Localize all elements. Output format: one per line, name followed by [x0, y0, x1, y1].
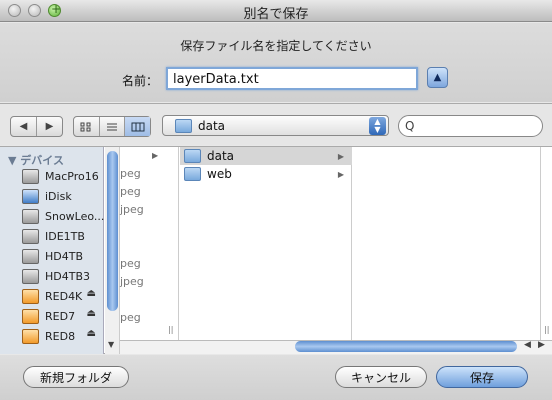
- triangle-up-icon: ▲: [433, 72, 442, 83]
- list-item[interactable]: peg: [120, 257, 141, 270]
- list-item[interactable]: peg: [120, 311, 141, 324]
- column-resize-handle[interactable]: ||: [168, 325, 173, 334]
- horizontal-scroll-thumb[interactable]: [295, 341, 517, 352]
- history-nav: ◀ ▶: [10, 116, 63, 137]
- sidebar-item-macpro16[interactable]: MacPro16: [22, 166, 104, 186]
- folder-icon: [184, 167, 201, 181]
- scroll-left-arrow-icon[interactable]: ◀: [524, 340, 531, 350]
- folder-row-web[interactable]: web ▶: [180, 165, 352, 183]
- view-switcher: [73, 116, 151, 137]
- external-drive-icon: [22, 288, 39, 304]
- disclosure-arrow-icon: ▶: [337, 169, 344, 179]
- cancel-button[interactable]: キャンセル: [335, 366, 427, 388]
- save-button[interactable]: 保存: [436, 366, 528, 388]
- column-view-button[interactable]: [125, 117, 151, 136]
- sidebar-item-label: RED4K: [45, 289, 83, 303]
- disclosure-arrow-icon: ▶: [337, 151, 344, 161]
- sidebar-item-label: HD4TB3: [45, 269, 91, 283]
- filename-label: 名前：: [122, 74, 159, 88]
- list-view-icon: [107, 123, 117, 130]
- hard-drive-icon: [22, 168, 39, 184]
- sidebar-item-label: IDE1TB: [45, 229, 85, 243]
- back-button[interactable]: ◀: [11, 117, 37, 136]
- folder-name: data: [207, 149, 235, 163]
- save-header-panel: [0, 23, 552, 102]
- sidebar-scroll-thumb[interactable]: [107, 151, 118, 311]
- external-drive-icon: [22, 328, 39, 344]
- sidebar-item-hd4tb[interactable]: HD4TB: [22, 246, 104, 266]
- eject-icon[interactable]: ⏏: [87, 308, 96, 319]
- column-view-icon: [131, 122, 145, 131]
- eject-icon[interactable]: ⏏: [87, 288, 96, 299]
- dialog-subtitle: 保存ファイル名を指定してください: [180, 39, 372, 53]
- sidebar-item-label: HD4TB: [45, 249, 84, 263]
- search-field[interactable]: [398, 115, 543, 137]
- scroll-down-arrow-icon[interactable]: ▼: [108, 340, 114, 349]
- window-title: 別名で保存: [243, 7, 309, 22]
- sidebar-item-label: RED8: [45, 329, 76, 343]
- search-icon: Q: [405, 119, 415, 133]
- sidebar-item-snowleo[interactable]: SnowLeo...: [22, 206, 104, 226]
- idisk-icon: [22, 188, 39, 204]
- forward-button[interactable]: ▶: [37, 117, 62, 136]
- column-resize-handle[interactable]: ||: [544, 325, 549, 334]
- sidebar-item-ide1tb[interactable]: IDE1TB: [22, 226, 104, 246]
- sidebar-item-red4k[interactable]: RED4K ⏏: [22, 286, 104, 306]
- new-folder-button[interactable]: 新規フォルダ: [23, 366, 129, 388]
- list-item[interactable]: peg: [120, 167, 141, 180]
- sidebar-item-red8[interactable]: RED8 ⏏: [22, 326, 104, 346]
- icon-view-icon: [80, 122, 91, 131]
- collapse-browser-button[interactable]: ▲: [427, 67, 448, 88]
- sidebar-item-label: RED7: [45, 309, 76, 323]
- sidebar-item-label: iDisk: [45, 189, 72, 203]
- filename-input[interactable]: layerData.txt: [166, 67, 418, 90]
- sidebar-item-hd4tb3[interactable]: HD4TB3: [22, 266, 104, 286]
- forward-arrow-icon: ▶: [45, 121, 54, 132]
- external-drive-icon: [22, 308, 39, 324]
- folder-name: web: [207, 167, 232, 181]
- sidebar-item-label: SnowLeo...: [45, 209, 105, 223]
- hard-drive-icon: [22, 268, 39, 284]
- eject-icon[interactable]: ⏏: [87, 328, 96, 339]
- back-arrow-icon: ◀: [19, 121, 28, 132]
- icon-view-button[interactable]: [74, 117, 100, 136]
- list-item[interactable]: jpeg: [120, 203, 144, 216]
- sidebar-item-idisk[interactable]: iDisk: [22, 186, 104, 206]
- hard-drive-icon: [22, 208, 39, 224]
- list-item[interactable]: peg: [120, 185, 141, 198]
- list-item[interactable]: jpeg: [120, 275, 144, 288]
- hard-drive-icon: [22, 248, 39, 264]
- scroll-right-arrow-icon[interactable]: ▶: [538, 340, 545, 350]
- sidebar-item-red7[interactable]: RED7 ⏏: [22, 306, 104, 326]
- folder-icon: [175, 118, 192, 133]
- browser-column-empty: [353, 147, 541, 341]
- list-view-button[interactable]: [100, 117, 126, 136]
- popup-stepper-icon: ▲ ▼: [369, 117, 386, 135]
- folder-row-data[interactable]: data ▶: [180, 147, 352, 165]
- column-arrow-icon: ▶: [152, 151, 159, 160]
- location-popup[interactable]: data ▲ ▼: [162, 115, 389, 136]
- location-label: data: [198, 118, 226, 133]
- sidebar-item-label: MacPro16: [45, 169, 99, 183]
- hard-drive-icon: [22, 228, 39, 244]
- folder-icon: [184, 149, 201, 163]
